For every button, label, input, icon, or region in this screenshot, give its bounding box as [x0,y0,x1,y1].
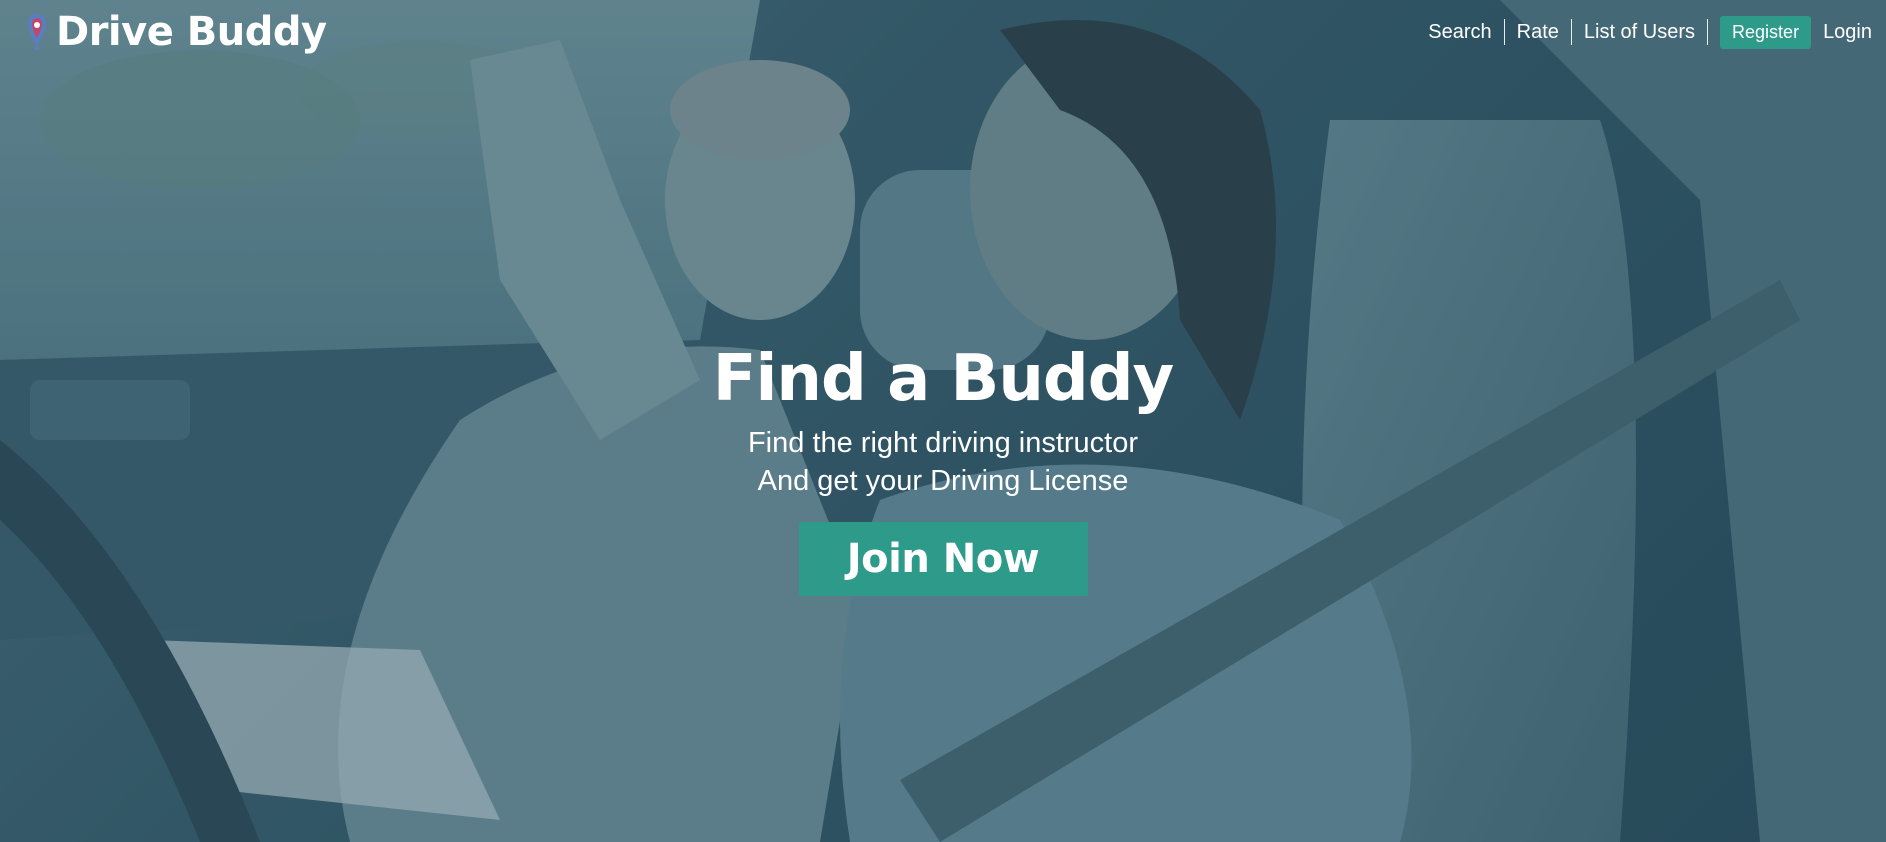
hero-section: Drive Buddy Search Rate List of Users Re… [0,0,1886,842]
nav-links: Search Rate List of Users Register Login [1416,14,1872,50]
register-button[interactable]: Register [1720,15,1812,49]
navbar: Drive Buddy Search Rate List of Users Re… [0,0,1886,64]
hero-subtitle-line2: And get your Driving License [757,465,1129,497]
nav-search-link[interactable]: Search [1416,21,1503,44]
brand-name: Drive Buddy [56,9,327,55]
hero-content: Find a Buddy Find the right driving inst… [0,340,1886,596]
login-link[interactable]: Login [1811,21,1872,44]
hero-subtitle-line1: Find the right driving instructor [747,427,1139,459]
brand-link[interactable]: Drive Buddy [26,9,327,55]
nav-list-of-users-link[interactable]: List of Users [1572,21,1707,44]
nav-rate-link[interactable]: Rate [1505,21,1571,44]
hero-title: Find a Buddy [712,342,1174,416]
map-pin-icon [28,14,46,50]
join-now-button[interactable]: Join Now [798,522,1088,596]
nav-divider [1707,19,1709,45]
